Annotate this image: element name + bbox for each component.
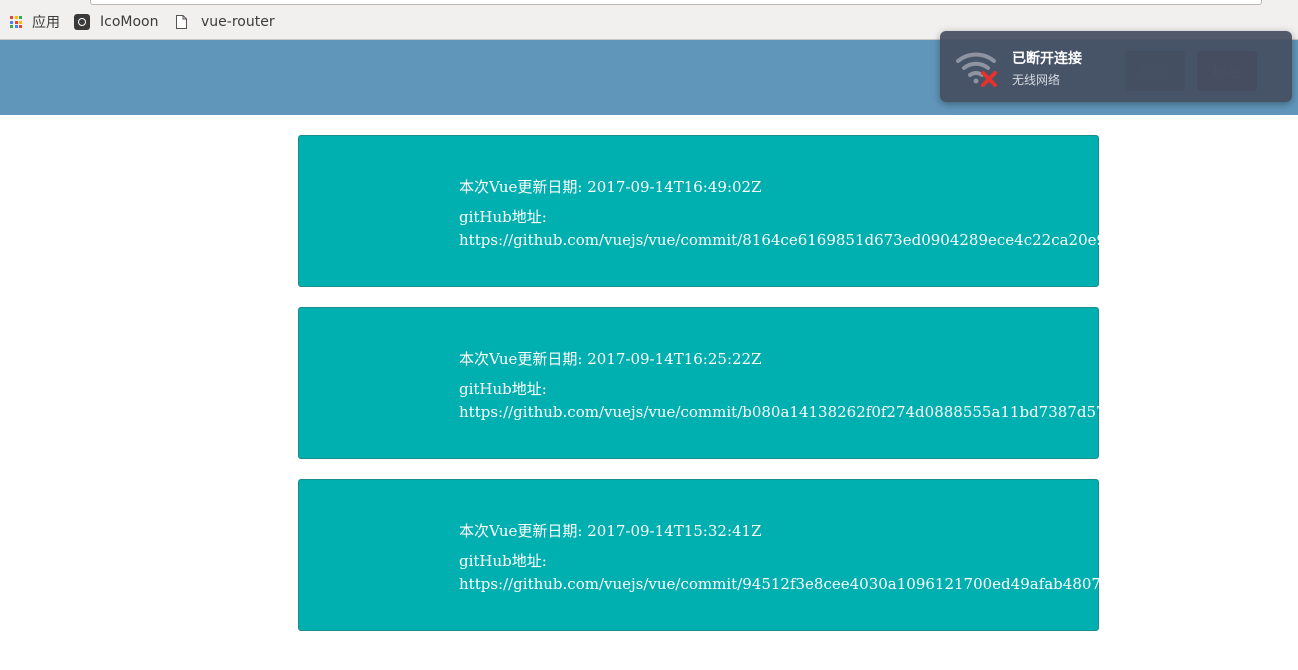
github-url: https://github.com/vuejs/vue/commit/9451… — [459, 575, 1111, 593]
github-url: https://github.com/vuejs/vue/commit/b080… — [459, 403, 1116, 421]
bookmark-label: vue-router — [201, 14, 275, 30]
bookmark-icomoon[interactable]: IcoMoon — [74, 12, 158, 32]
network-notification[interactable]: 已断开连接 无线网络 — [940, 31, 1292, 102]
github-url: https://github.com/vuejs/vue/commit/8164… — [459, 231, 1116, 249]
commit-card: 本次Vue更新日期: 2017-09-14T15:32:41Z gitHub地址… — [298, 479, 1111, 631]
commit-date: 本次Vue更新日期: 2017-09-14T16:25:22Z — [459, 350, 762, 368]
bookmark-label: IcoMoon — [100, 14, 159, 30]
icomoon-icon — [74, 14, 90, 30]
page-icon — [176, 15, 187, 29]
commit-date: 本次Vue更新日期: 2017-09-14T16:49:02Z — [459, 178, 762, 196]
github-label: gitHub地址: — [459, 208, 547, 226]
wifi-disconnected-icon — [956, 52, 997, 87]
address-bar[interactable] — [90, 0, 1262, 5]
bookmark-label: 应用 — [32, 15, 60, 31]
notification-title: 已断开连接 — [1012, 51, 1082, 67]
apps-grid-icon — [10, 16, 22, 28]
github-label: gitHub地址: — [459, 380, 547, 398]
bookmark-apps[interactable]: 应用 — [10, 12, 60, 32]
commit-card: 本次Vue更新日期: 2017-09-14T16:25:22Z gitHub地址… — [298, 307, 1115, 459]
commit-date: 本次Vue更新日期: 2017-09-14T15:32:41Z — [459, 522, 762, 540]
notification-subtitle: 无线网络 — [1012, 73, 1061, 87]
bookmark-vue-router[interactable]: vue-router — [176, 12, 275, 32]
commit-card: 本次Vue更新日期: 2017-09-14T16:49:02Z gitHub地址… — [298, 135, 1116, 287]
github-label: gitHub地址: — [459, 552, 547, 570]
